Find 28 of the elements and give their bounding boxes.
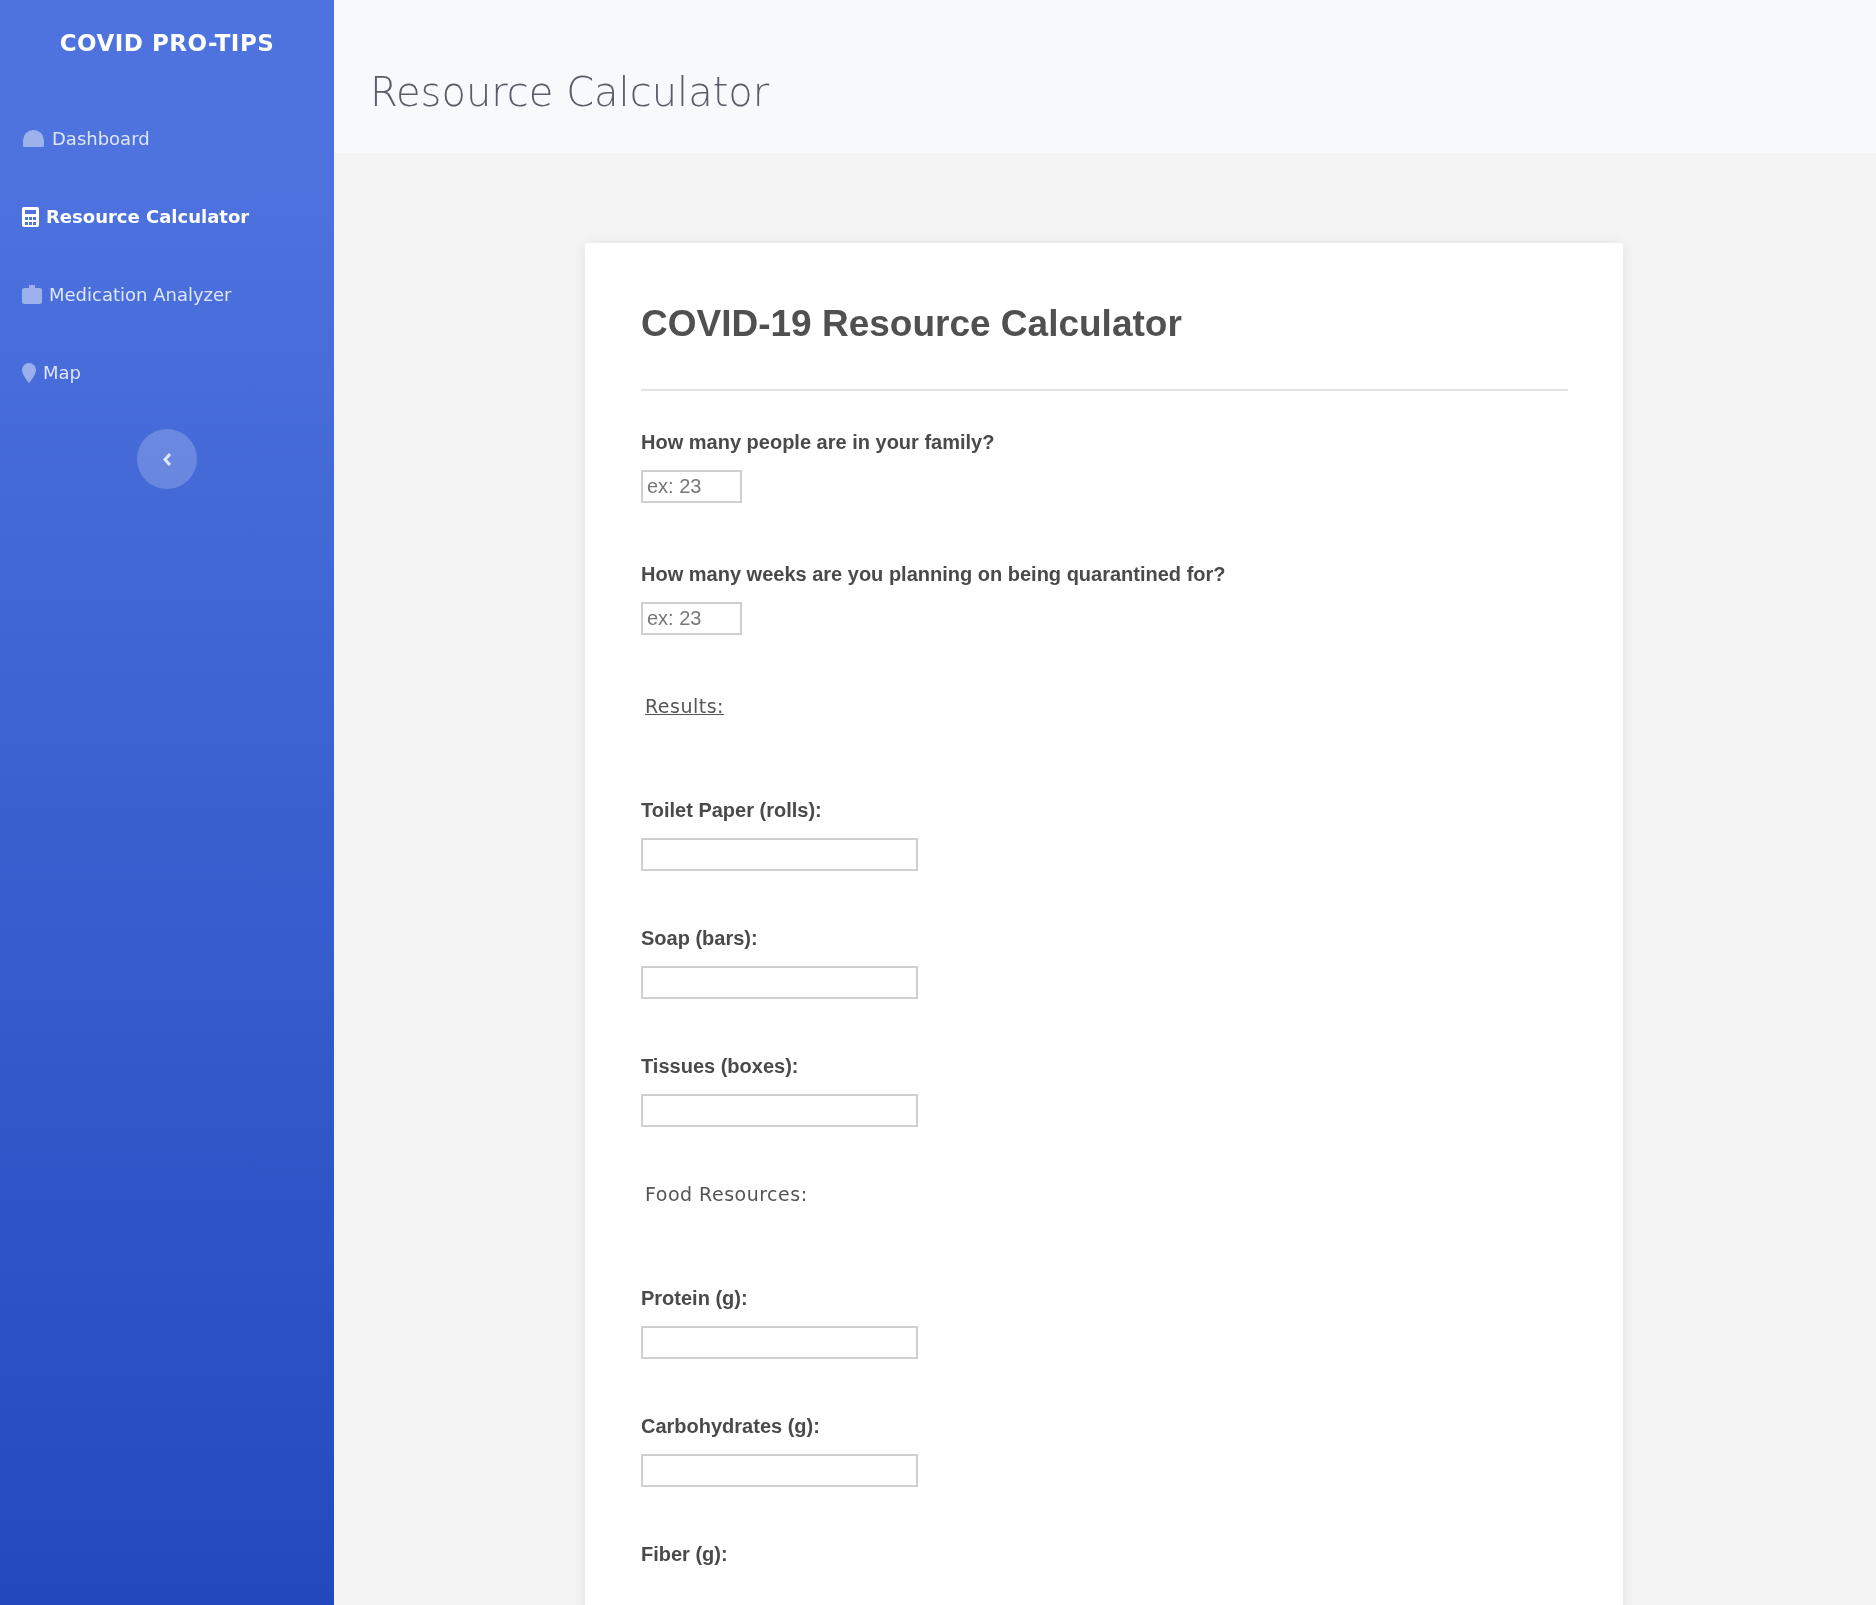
field-label: Toilet Paper (rolls): [641,799,822,822]
map-pin-icon [22,362,36,383]
input-field[interactable]: ex: 23 [641,602,742,635]
question-label: How many people are in your family? [641,431,995,454]
card-title: COVID-19 Resource Calculator [641,303,1183,345]
page-title: Resource Calculator [370,68,770,115]
nav-link[interactable]: Dashboard [22,122,150,155]
field-label: Protein (g): [641,1287,748,1310]
input-field[interactable] [641,1094,918,1127]
nav-link[interactable]: Medication Analyzer [22,278,232,311]
brand-title: COVID PRO-TIPS [59,29,275,56]
field-label: Fiber (g): [641,1543,728,1566]
input-field[interactable] [641,1454,918,1487]
input-field[interactable] [641,838,918,871]
nav-link[interactable]: Map [22,356,81,389]
chevron-left-icon [162,451,172,467]
input-field[interactable]: ex: 23 [641,470,742,503]
field-label: Carbohydrates (g): [641,1415,820,1438]
field-label: Soap (bars): [641,927,758,950]
input-field[interactable] [641,966,918,999]
collapse-sidebar-button[interactable] [137,429,197,489]
section-heading: Results: [645,695,725,717]
field-label: Tissues (boxes): [641,1055,799,1078]
input-field[interactable] [641,1326,918,1359]
calculator-icon [22,206,39,227]
question-label: How many weeks are you planning on being quarantined for? [641,563,1226,586]
section-heading: Food Resources: [645,1183,809,1205]
nav-link[interactable]: Resource Calculator [22,200,250,233]
